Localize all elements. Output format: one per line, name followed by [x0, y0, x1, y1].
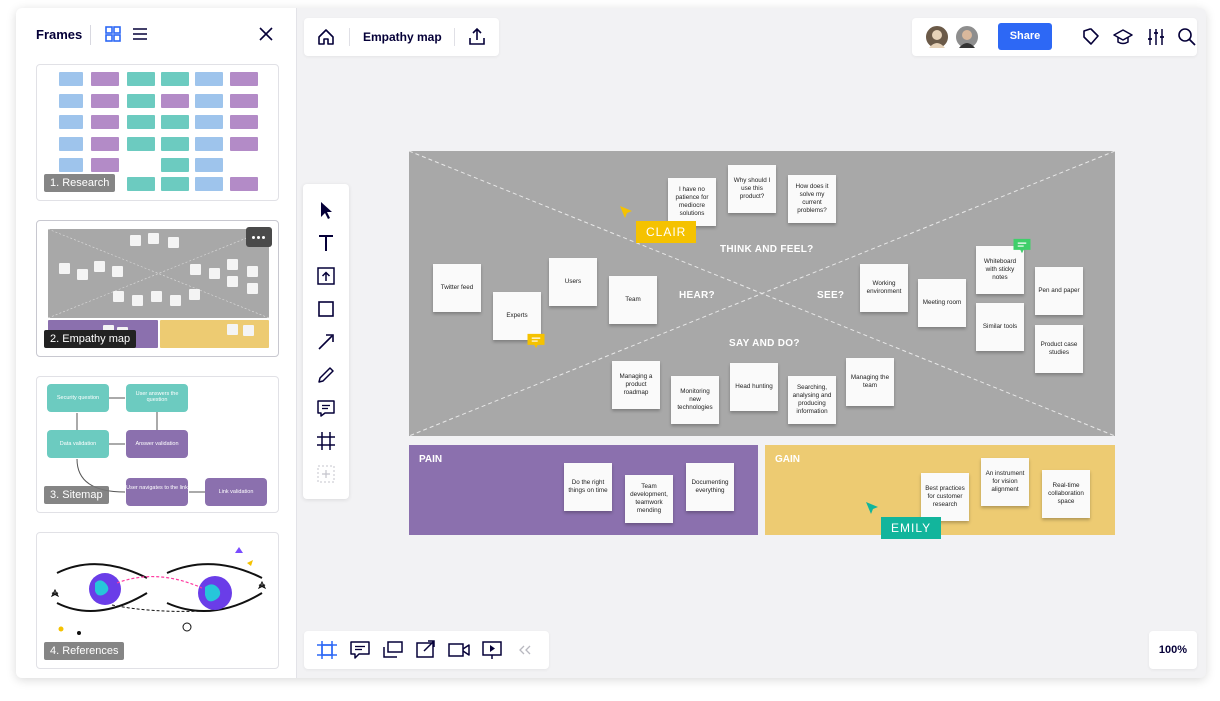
video-icon[interactable] [448, 640, 470, 660]
sticky-note[interactable]: Meeting room [918, 279, 966, 327]
sticky-note[interactable]: An instrument for vision alignment [981, 458, 1029, 506]
frame-icon[interactable] [315, 430, 337, 452]
sitemap-node: User answers the question [126, 384, 188, 412]
sticky-note[interactable]: Managing the team [846, 358, 894, 406]
home-icon[interactable] [316, 28, 336, 46]
sitemap-node: User navigates to the link [126, 478, 188, 506]
settings-icon[interactable] [1146, 27, 1166, 47]
pen-icon[interactable] [315, 364, 337, 386]
quadrant-label-say-do: SAY AND DO? [729, 338, 800, 349]
header-divider [90, 25, 91, 45]
frames-panel: Frames 1. Research 2. Empathy map Securi… [16, 8, 297, 678]
cards-icon[interactable] [382, 640, 404, 660]
collaborator-cursor-label: EMILY [881, 517, 942, 539]
sticky-note[interactable]: Similar tools [976, 303, 1024, 351]
avatar[interactable] [954, 24, 980, 50]
sticky-note[interactable]: Do the right things on time [564, 463, 612, 511]
sticky-note[interactable]: Best practices for customer research [921, 473, 969, 521]
comment-icon[interactable] [315, 397, 337, 419]
avatar[interactable] [924, 24, 950, 50]
sitemap-node: Link validation [205, 478, 267, 506]
app-window: Frames 1. Research 2. Empathy map Securi… [16, 8, 1206, 678]
topbar-divider [349, 28, 350, 46]
learning-icon[interactable] [1113, 27, 1133, 47]
zoom-level[interactable]: 100% [1149, 631, 1197, 669]
search-icon[interactable] [1177, 27, 1197, 47]
collaboration-topbar: Share [912, 18, 1197, 56]
tag-icon[interactable] [1081, 27, 1101, 47]
sticky-note[interactable]: Team development, teamwork mending [625, 475, 673, 523]
collapse-icon[interactable] [514, 640, 536, 660]
share-screen-icon[interactable] [415, 640, 437, 660]
sticky-note[interactable]: Pen and paper [1035, 267, 1083, 315]
frames-panel-title: Frames [36, 27, 83, 42]
frame-label: 3. Sitemap [44, 486, 109, 504]
sitemap-node: Security question [47, 384, 109, 412]
comments-icon[interactable] [349, 640, 371, 660]
frames-icon[interactable] [316, 640, 338, 660]
frame-label: 2. Empathy map [44, 330, 137, 348]
sticky-note[interactable]: Product case studies [1035, 325, 1083, 373]
sitemap-node: Data validation [47, 430, 109, 458]
sitemap-node: Answer validation [126, 430, 188, 458]
topbar-divider [454, 28, 455, 46]
bottom-toolbar [304, 631, 549, 669]
cursor-arrow-icon [866, 502, 878, 514]
sticky-note[interactable]: Twitter feed [433, 264, 481, 312]
quadrant-label-see: SEE? [817, 290, 845, 301]
creation-toolbar [303, 184, 349, 499]
sticky-note[interactable]: Why should I use this product? [728, 165, 776, 213]
grid-view-icon[interactable] [105, 26, 121, 42]
sticky-note[interactable]: Documenting everything [686, 463, 734, 511]
sticky-note[interactable]: Users [549, 258, 597, 306]
frame-label: 4. References [44, 642, 125, 660]
board-name[interactable]: Empathy map [363, 30, 442, 44]
upload-icon[interactable] [315, 265, 337, 287]
collaborator-cursor-label: CLAIR [636, 221, 697, 243]
quadrant-label-hear: HEAR? [679, 290, 715, 301]
text-icon[interactable] [315, 232, 337, 254]
empathy-map-board: THINK AND FEEL? HEAR? SEE? SAY AND DO? I… [409, 151, 1115, 436]
quadrant-label-think-feel: THINK AND FEEL? [720, 244, 814, 255]
frame-card-empathy-map[interactable]: 2. Empathy map [36, 220, 279, 357]
sticky-note[interactable]: Team [609, 276, 657, 324]
shape-icon[interactable] [315, 298, 337, 320]
sticky-note[interactable]: How does it solve my current problems? [788, 175, 836, 223]
arrow-icon[interactable] [315, 331, 337, 353]
sticky-note[interactable]: Monitoring new technologies [671, 376, 719, 424]
present-icon[interactable] [481, 640, 503, 660]
sticky-note[interactable]: I have no patience for mediocre solution… [668, 178, 716, 226]
frame-card-sitemap[interactable]: Security question User answers the quest… [36, 376, 279, 513]
sticky-note[interactable]: Searching, analysing and producing infor… [788, 376, 836, 424]
frame-card-references[interactable]: 4. References [36, 532, 279, 669]
gain-section: GAIN Best practices for customer researc… [765, 445, 1115, 539]
comment-badge-icon[interactable] [525, 333, 547, 350]
pain-section: PAIN Do the right things on time Team de… [409, 445, 758, 535]
sticky-note[interactable]: Head hunting [730, 363, 778, 411]
frame-more-button[interactable] [246, 227, 272, 247]
frame-label: 1. Research [44, 174, 116, 192]
close-icon[interactable] [258, 26, 274, 42]
comment-badge-icon[interactable] [1011, 238, 1033, 255]
frames-panel-header: Frames [16, 8, 297, 60]
sticky-note[interactable]: Real-time collaboration space [1042, 470, 1090, 518]
select-icon[interactable] [315, 199, 337, 221]
pain-title: PAIN [419, 454, 443, 465]
cursor-arrow-icon [620, 206, 632, 218]
export-icon[interactable] [467, 27, 487, 47]
sticky-note[interactable]: Managing a product roadmap [612, 361, 660, 409]
frame-card-research[interactable]: 1. Research [36, 64, 279, 201]
sticky-note[interactable]: Working environment [860, 264, 908, 312]
share-button[interactable]: Share [998, 23, 1052, 50]
list-view-icon[interactable] [132, 26, 148, 42]
board-topbar: Empathy map [304, 18, 499, 56]
gain-title: GAIN [775, 454, 800, 465]
add-icon[interactable] [315, 463, 337, 485]
